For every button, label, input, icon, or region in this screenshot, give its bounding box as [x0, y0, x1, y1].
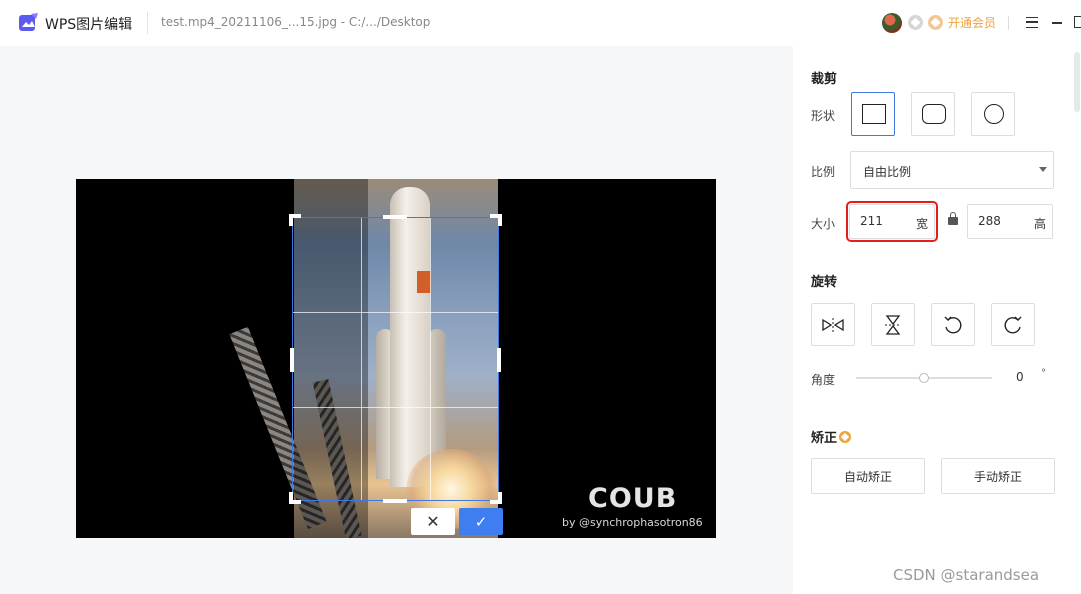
crop-handle-bottom[interactable] [383, 499, 407, 503]
crop-section-title: 裁剪 [811, 72, 838, 87]
file-name: test.mp4_20211106_...15.jpg - C:/.../Des… [161, 15, 431, 29]
crop-handle-left[interactable] [290, 348, 294, 372]
title-bar: WPS图片编辑 test.mp4_20211106_...15.jpg - C:… [0, 0, 1081, 46]
shape-circle-button[interactable] [971, 92, 1015, 136]
shape-rounded-button[interactable] [911, 92, 955, 136]
crop-handle-bottom-left[interactable] [289, 492, 301, 504]
width-input[interactable]: 211 宽 [846, 201, 938, 242]
rotate-left-icon [944, 316, 962, 333]
correct-section-title: 矫正 [811, 427, 852, 446]
crop-handle-top-right[interactable] [490, 214, 502, 226]
crop-handle-bottom-right[interactable] [490, 492, 502, 504]
angle-label: 角度 [811, 373, 836, 387]
title-divider [147, 12, 148, 34]
crop-confirm-button[interactable]: ✓ [459, 508, 503, 535]
angle-slider-handle[interactable] [919, 373, 929, 383]
menu-icon[interactable] [1026, 17, 1038, 28]
shape-rectangle-button[interactable] [851, 92, 895, 136]
rotate-section-title: 旋转 [811, 275, 838, 290]
auto-correct-label: 自动矫正 [843, 469, 892, 484]
width-value: 211 [860, 214, 883, 228]
panel-scrollbar[interactable] [1074, 52, 1080, 112]
crop-grid-line [430, 218, 431, 500]
auto-correct-button[interactable]: 自动矫正 [811, 458, 925, 494]
crop-handle-top[interactable] [383, 215, 407, 219]
flip-horizontal-button[interactable] [811, 303, 855, 346]
member-badge-icon[interactable] [908, 15, 923, 30]
rotate-left-button[interactable] [931, 303, 975, 346]
crop-grid-line [361, 218, 362, 500]
credit-watermark: CSDN @starandsea [893, 566, 1040, 584]
angle-unit: ° [1041, 368, 1046, 379]
flip-vertical-icon [885, 314, 901, 335]
rotate-right-button[interactable] [991, 303, 1035, 346]
height-input[interactable]: 288 高 [967, 204, 1053, 239]
avatar[interactable] [882, 13, 902, 33]
vip-link[interactable]: 开通会员 [948, 14, 996, 31]
height-unit: 高 [1033, 217, 1046, 231]
chevron-down-icon [1039, 167, 1047, 172]
check-icon: ✓ [474, 512, 488, 531]
circle-icon [984, 104, 1004, 124]
crop-box[interactable] [289, 214, 502, 504]
ratio-select[interactable]: 自由比例 [850, 151, 1054, 189]
ratio-value: 自由比例 [863, 165, 912, 179]
app-logo-icon [19, 13, 38, 31]
crop-handle-right[interactable] [497, 348, 501, 372]
flip-horizontal-icon [822, 317, 844, 332]
minimize-icon[interactable] [1052, 22, 1062, 24]
toolbar-divider [1008, 16, 1009, 30]
settings-panel: 裁剪 形状 比例 自由比例 大小 211 宽 288 高 旋转 角度 0 ° 矫… [793, 46, 1081, 594]
crop-cancel-button[interactable]: ✕ [411, 508, 455, 535]
rectangle-icon [862, 104, 886, 124]
angle-value: 0 [1016, 370, 1024, 384]
app-name: WPS图片编辑 [45, 17, 133, 33]
size-label: 大小 [811, 217, 836, 231]
height-value: 288 [978, 214, 1001, 228]
crop-grid-line [293, 407, 498, 408]
lock-icon[interactable] [948, 212, 958, 225]
watermark-credit: by @synchrophasotron86 [562, 516, 703, 529]
correct-title-text: 矫正 [811, 431, 838, 446]
ratio-label: 比例 [811, 165, 836, 179]
super-member-badge-icon[interactable] [928, 15, 943, 30]
close-icon: ✕ [426, 512, 440, 531]
vip-crown-icon [839, 431, 852, 443]
watermark-logo: COUB [588, 483, 678, 514]
rounded-rectangle-icon [922, 104, 946, 124]
flip-vertical-button[interactable] [871, 303, 915, 346]
canvas-area: COUB by @synchrophasotron86 ✕ ✓ [0, 46, 793, 594]
maximize-icon[interactable] [1074, 16, 1081, 28]
shape-label: 形状 [811, 109, 836, 123]
manual-correct-label: 手动矫正 [973, 469, 1022, 484]
manual-correct-button[interactable]: 手动矫正 [941, 458, 1055, 494]
rotate-right-icon [1004, 316, 1022, 333]
crop-handle-top-left[interactable] [289, 214, 301, 226]
width-unit: 宽 [915, 217, 928, 231]
crop-grid-line [293, 312, 498, 313]
